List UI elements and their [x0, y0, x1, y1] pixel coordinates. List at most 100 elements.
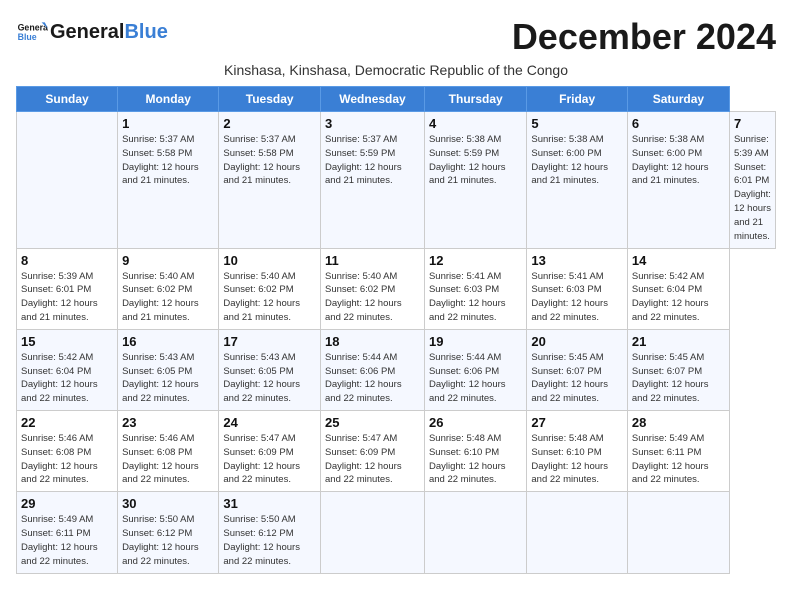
day-number: 10 — [223, 253, 316, 268]
table-row: 13Sunrise: 5:41 AMSunset: 6:03 PMDayligh… — [527, 248, 628, 329]
day-detail: Sunrise: 5:48 AMSunset: 6:10 PMDaylight:… — [531, 433, 608, 485]
table-row: 8 Sunrise: 5:39 AMSunset: 6:01 PMDaylight… — [17, 248, 118, 329]
table-row: 1Sunrise: 5:37 AMSunset: 5:58 PMDaylight… — [118, 112, 219, 249]
header-saturday: Saturday — [627, 87, 729, 112]
table-row: 15Sunrise: 5:42 AMSunset: 6:04 PMDayligh… — [17, 329, 118, 410]
table-row: 26 Sunrise: 5:48 AMSunset: 6:10 PMDayligh… — [424, 411, 526, 492]
day-number: 25 — [325, 415, 420, 430]
day-detail: Sunrise: 5:46 AMSunset: 6:08 PMDaylight:… — [122, 433, 199, 485]
day-detail: Sunrise: 5:42 AMSunset: 6:04 PMDaylight:… — [632, 271, 709, 323]
day-number: 9 — [122, 253, 214, 268]
header-sunday: Sunday — [17, 87, 118, 112]
table-row — [627, 492, 729, 573]
day-number: 14 — [632, 253, 725, 268]
day-number: 1 — [122, 116, 214, 131]
day-detail: Sunrise: 5:47 AMSunset: 6:09 PMDaylight:… — [325, 433, 402, 485]
table-row: 3 Sunrise: 5:37 AMSunset: 5:59 PMDaylight… — [321, 112, 425, 249]
day-detail: Sunrise: 5:43 AMSunset: 6:05 PMDaylight:… — [122, 352, 199, 404]
day-detail: Sunrise: 5:49 AMSunset: 6:11 PMDaylight:… — [21, 514, 98, 566]
table-row: 16 Sunrise: 5:43 AMSunset: 6:05 PMDayligh… — [118, 329, 219, 410]
day-number: 26 — [429, 415, 522, 430]
header-friday: Friday — [527, 87, 628, 112]
day-detail: Sunrise: 5:49 AMSunset: 6:11 PMDaylight:… — [632, 433, 709, 485]
table-row: 30Sunrise: 5:50 AMSunset: 6:12 PMDayligh… — [118, 492, 219, 573]
day-detail: Sunrise: 5:44 AMSunset: 6:06 PMDaylight:… — [325, 352, 402, 404]
table-row: 22Sunrise: 5:46 AMSunset: 6:08 PMDayligh… — [17, 411, 118, 492]
calendar-week-4: 29 Sunrise: 5:49 AMSunset: 6:11 PMDayligh… — [17, 492, 776, 573]
table-row: 10 Sunrise: 5:40 AMSunset: 6:02 PMDayligh… — [219, 248, 321, 329]
day-detail: Sunrise: 5:37 AMSunset: 5:59 PMDaylight:… — [325, 134, 402, 186]
day-number: 2 — [223, 116, 316, 131]
day-detail: Sunrise: 5:37 AMSunset: 5:58 PMDaylight:… — [223, 134, 300, 186]
day-detail: Sunrise: 5:39 AMSunset: 6:01 PMDaylight:… — [21, 271, 98, 323]
day-detail: Sunrise: 5:44 AMSunset: 6:06 PMDaylight:… — [429, 352, 506, 404]
day-number: 15 — [21, 334, 113, 349]
table-row: 11 Sunrise: 5:40 AMSunset: 6:02 PMDayligh… — [321, 248, 425, 329]
table-row: 18 Sunrise: 5:44 AMSunset: 6:06 PMDayligh… — [321, 329, 425, 410]
table-row: 2 Sunrise: 5:37 AMSunset: 5:58 PMDaylight… — [219, 112, 321, 249]
day-number: 19 — [429, 334, 522, 349]
calendar-week-2: 15Sunrise: 5:42 AMSunset: 6:04 PMDayligh… — [17, 329, 776, 410]
day-number: 28 — [632, 415, 725, 430]
calendar-week-0: 1 Sunrise: 5:37 AMSunset: 5:58 PMDaylight… — [17, 112, 776, 249]
day-detail: Sunrise: 5:41 AMSunset: 6:03 PMDaylight:… — [429, 271, 506, 323]
calendar-table: Sunday Monday Tuesday Wednesday Thursday… — [16, 86, 776, 574]
calendar-week-1: 8 Sunrise: 5:39 AMSunset: 6:01 PMDaylight… — [17, 248, 776, 329]
table-row: 6 Sunrise: 5:38 AMSunset: 6:00 PMDaylight… — [627, 112, 729, 249]
month-title: December 2024 — [512, 16, 776, 58]
table-row — [527, 492, 628, 573]
logo-blue-text: Blue — [124, 21, 167, 43]
table-row: 19 Sunrise: 5:44 AMSunset: 6:06 PMDayligh… — [424, 329, 526, 410]
table-row: 25 Sunrise: 5:47 AMSunset: 6:09 PMDayligh… — [321, 411, 425, 492]
subtitle: Kinshasa, Kinshasa, Democratic Republic … — [16, 62, 776, 78]
day-number: 8 — [21, 253, 113, 268]
header-wednesday: Wednesday — [321, 87, 425, 112]
day-detail: Sunrise: 5:40 AMSunset: 6:02 PMDaylight:… — [325, 271, 402, 323]
table-row: 28 Sunrise: 5:49 AMSunset: 6:11 PMDayligh… — [627, 411, 729, 492]
table-row: 24Sunrise: 5:47 AMSunset: 6:09 PMDayligh… — [219, 411, 321, 492]
day-detail: Sunrise: 5:45 AMSunset: 6:07 PMDaylight:… — [632, 352, 709, 404]
day-number: 11 — [325, 253, 420, 268]
empty-cell — [17, 112, 118, 249]
table-row: 29 Sunrise: 5:49 AMSunset: 6:11 PMDayligh… — [17, 492, 118, 573]
day-number: 13 — [531, 253, 623, 268]
day-number: 29 — [21, 496, 113, 511]
table-row: 27 Sunrise: 5:48 AMSunset: 6:10 PMDayligh… — [527, 411, 628, 492]
day-number: 17 — [223, 334, 316, 349]
table-row: 23 Sunrise: 5:46 AMSunset: 6:08 PMDayligh… — [118, 411, 219, 492]
day-number: 6 — [632, 116, 725, 131]
day-number: 18 — [325, 334, 420, 349]
day-detail: Sunrise: 5:40 AMSunset: 6:02 PMDaylight:… — [122, 271, 199, 323]
header-thursday: Thursday — [424, 87, 526, 112]
day-detail: Sunrise: 5:38 AMSunset: 6:00 PMDaylight:… — [531, 134, 608, 186]
day-number: 3 — [325, 116, 420, 131]
day-detail: Sunrise: 5:50 AMSunset: 6:12 PMDaylight:… — [122, 514, 199, 566]
day-number: 22 — [21, 415, 113, 430]
calendar-week-3: 22 Sunrise: 5:46 AMSunset: 6:08 PMDayligh… — [17, 411, 776, 492]
day-detail: Sunrise: 5:38 AMSunset: 5:59 PMDaylight:… — [429, 134, 506, 186]
table-row: 12Sunrise: 5:41 AMSunset: 6:03 PMDayligh… — [424, 248, 526, 329]
day-number: 16 — [122, 334, 214, 349]
day-detail: Sunrise: 5:50 AMSunset: 6:12 PMDaylight:… — [223, 514, 300, 566]
table-row: 31 Sunrise: 5:50 AMSunset: 6:12 PMDayligh… — [219, 492, 321, 573]
day-number: 21 — [632, 334, 725, 349]
header-monday: Monday — [118, 87, 219, 112]
day-number: 31 — [223, 496, 316, 511]
day-number: 24 — [223, 415, 316, 430]
day-detail: Sunrise: 5:39 AMSunset: 6:01 PMDaylight:… — [734, 134, 771, 242]
logo: General Blue GeneralBlue — [16, 16, 168, 48]
logo-general-text: General — [50, 21, 124, 43]
table-row: 4Sunrise: 5:38 AMSunset: 5:59 PMDaylight… — [424, 112, 526, 249]
day-number: 20 — [531, 334, 623, 349]
day-number: 27 — [531, 415, 623, 430]
header-tuesday: Tuesday — [219, 87, 321, 112]
day-detail: Sunrise: 5:38 AMSunset: 6:00 PMDaylight:… — [632, 134, 709, 186]
day-detail: Sunrise: 5:40 AMSunset: 6:02 PMDaylight:… — [223, 271, 300, 323]
day-number: 23 — [122, 415, 214, 430]
day-detail: Sunrise: 5:48 AMSunset: 6:10 PMDaylight:… — [429, 433, 506, 485]
day-number: 7 — [734, 116, 771, 131]
day-number: 5 — [531, 116, 623, 131]
day-detail: Sunrise: 5:45 AMSunset: 6:07 PMDaylight:… — [531, 352, 608, 404]
day-detail: Sunrise: 5:43 AMSunset: 6:05 PMDaylight:… — [223, 352, 300, 404]
table-row: 5 Sunrise: 5:38 AMSunset: 6:00 PMDaylight… — [527, 112, 628, 249]
